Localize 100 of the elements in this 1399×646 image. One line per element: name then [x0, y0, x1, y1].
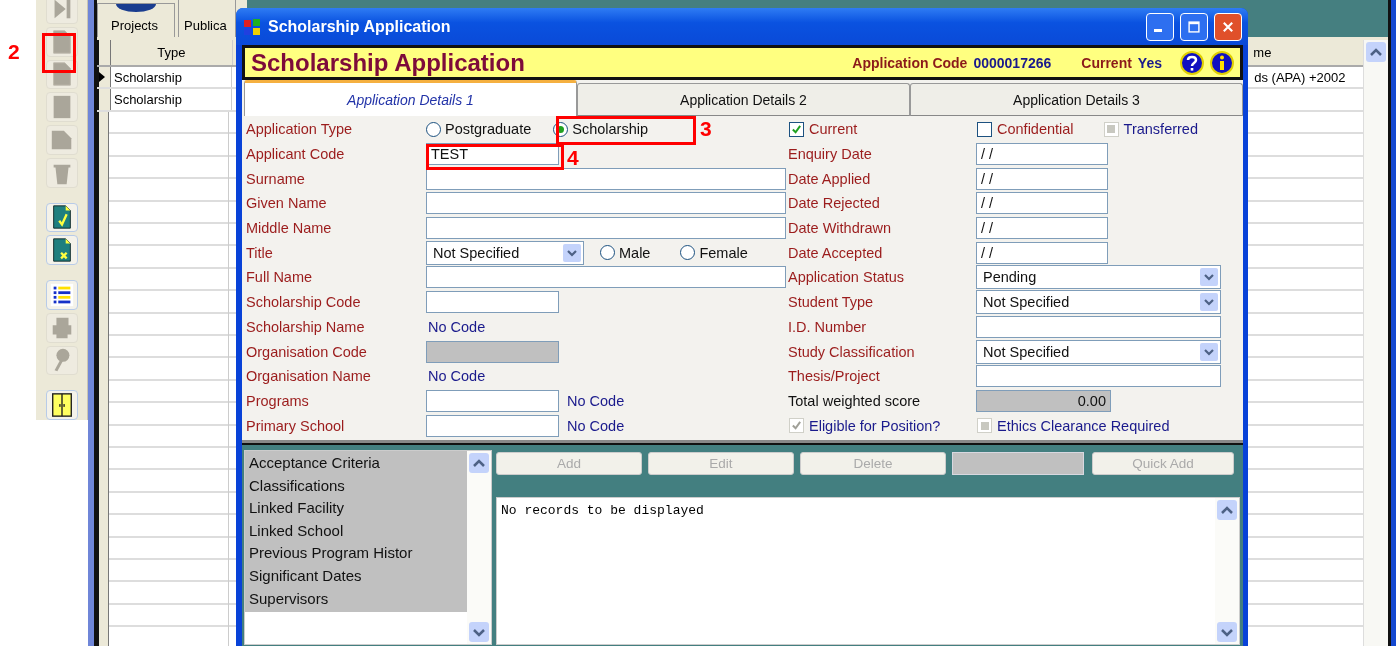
info-icon[interactable] [1210, 50, 1234, 75]
date-field[interactable]: / / [976, 241, 1108, 264]
date-field[interactable]: / / [976, 167, 1108, 190]
field-label: Full Name [246, 269, 313, 286]
table-cell: Scholarship [110, 67, 232, 88]
code-note: No Code [427, 318, 486, 335]
current-row-icon [99, 72, 105, 83]
window-title: Scholarship Application [268, 17, 451, 36]
document-cross-button[interactable] [45, 235, 78, 265]
checkbox[interactable]: Confidential [977, 121, 1074, 138]
tab-label: Publica [184, 18, 227, 33]
scroll-down-icon[interactable] [1217, 622, 1237, 642]
list-item[interactable]: Significant Dates [249, 564, 467, 588]
list-item[interactable]: Linked School [249, 519, 467, 543]
checkbox[interactable]: Current [789, 121, 858, 138]
radio-circle[interactable] [600, 245, 615, 261]
dropdown[interactable]: Not Specified [426, 240, 584, 265]
scroll-up-icon[interactable] [469, 452, 489, 473]
list-item[interactable]: Acceptance Criteria [249, 451, 467, 475]
text-field[interactable] [426, 291, 559, 314]
field-label: Programs [246, 392, 309, 409]
dropdown[interactable]: Not Specified [976, 339, 1221, 364]
step-number: 2 [8, 40, 20, 64]
list-item[interactable]: Previous Program Histor [249, 542, 467, 565]
radio-button[interactable]: Postgraduate [426, 121, 532, 138]
field-label: Application Status [788, 269, 905, 286]
dropdown[interactable]: Not Specified [976, 290, 1221, 315]
document-check-button[interactable] [45, 202, 78, 233]
text-field[interactable] [976, 315, 1221, 338]
maximize-button[interactable] [1180, 12, 1208, 41]
tab[interactable]: Projects [97, 3, 175, 37]
field-label: Date Applied [788, 170, 871, 187]
minimize-icon [1154, 29, 1162, 32]
field-label: Given Name [246, 195, 327, 212]
field-label: Applicant Code [246, 146, 345, 163]
text-field[interactable] [976, 365, 1221, 388]
scroll-up-icon[interactable] [1217, 499, 1237, 520]
score-field[interactable]: 0.00 [976, 389, 1111, 412]
field-label: Organisation Name [246, 368, 371, 385]
radio-label: Male [619, 244, 651, 261]
text-field[interactable] [426, 414, 559, 437]
close-icon [1221, 19, 1235, 34]
highlight-frame [42, 33, 76, 73]
field-label: Middle Name [246, 220, 332, 237]
radio-button[interactable]: Female [680, 244, 748, 261]
list-button[interactable] [45, 280, 78, 310]
scroll-up-icon[interactable] [1366, 42, 1386, 62]
column-header[interactable]: Type [110, 40, 233, 65]
row-selector[interactable] [97, 89, 111, 110]
column-header[interactable]: me [1251, 40, 1363, 65]
checkbox-label: Transferred [1123, 121, 1198, 138]
maximize-icon [1187, 19, 1201, 34]
field-label: I.D. Number [788, 318, 867, 335]
text-field[interactable] [426, 266, 786, 289]
text-field[interactable] [426, 217, 786, 240]
field-label: Total weighted score [788, 392, 921, 409]
checkbox-box[interactable] [789, 121, 804, 137]
list-icon [48, 281, 75, 308]
checkbox-box[interactable] [977, 121, 992, 137]
field-label: Date Rejected [788, 195, 880, 212]
table-cell: ds (APA) +2002 [1254, 69, 1346, 85]
text-field[interactable] [426, 192, 786, 215]
list-item[interactable]: Classifications [249, 474, 467, 498]
code-note: No Code [566, 392, 625, 409]
field-label: Date Accepted [788, 244, 883, 261]
field-label: Organisation Code [246, 343, 367, 360]
empty-message: No records to be displayed [500, 501, 704, 519]
list-item[interactable]: Supervisors [249, 587, 467, 611]
dropdown[interactable]: Pending [976, 265, 1221, 290]
close-button[interactable] [1214, 12, 1242, 41]
scrollbar[interactable] [1363, 40, 1389, 646]
radio-label: Postgraduate [445, 121, 532, 138]
tab[interactable]: Application Details 1 [244, 80, 577, 116]
checkbox-label: Current [809, 121, 858, 138]
date-field[interactable]: / / [976, 192, 1108, 215]
scroll-down-icon[interactable] [469, 622, 489, 642]
date-field[interactable]: / / [976, 217, 1108, 240]
minimize-button[interactable] [1146, 12, 1174, 41]
step-number: 3 [700, 117, 712, 141]
tab[interactable]: Application Details 2 [577, 83, 910, 116]
field-label: Thesis/Project [788, 368, 880, 385]
help-icon[interactable] [1180, 50, 1204, 75]
field-label: Scholarship Code [246, 294, 361, 311]
radio-circle[interactable] [426, 121, 441, 137]
door-button[interactable] [45, 390, 78, 420]
list-item[interactable]: Linked Facility [249, 497, 467, 520]
code-label: Application Code [852, 54, 968, 71]
date-field[interactable]: / / [976, 143, 1108, 166]
radio-circle[interactable] [680, 245, 696, 261]
text-field[interactable] [426, 167, 786, 190]
row-selector[interactable] [97, 67, 111, 88]
code-note: No Code [566, 417, 625, 434]
text-field[interactable] [426, 389, 559, 412]
tab[interactable]: Application Details 3 [910, 83, 1243, 116]
radio-button[interactable]: Male [600, 244, 651, 261]
field-label: Enquiry Date [788, 146, 872, 163]
tab[interactable]: Publica [178, 0, 236, 37]
step-number: 4 [567, 146, 579, 170]
field-label: Study Classification [788, 343, 915, 360]
radio-button[interactable]: Scholarship [553, 121, 649, 138]
